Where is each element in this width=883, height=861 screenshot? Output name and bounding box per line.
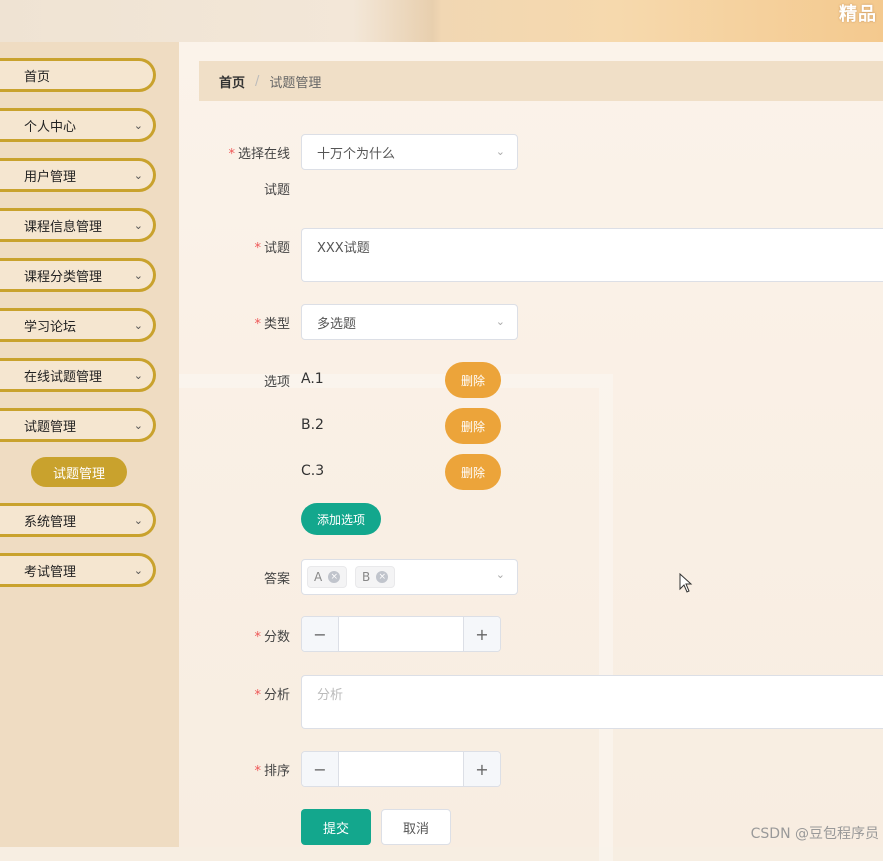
sidebar-item-label: 课程信息管理 <box>24 219 103 235</box>
breadcrumb-current: 试题管理 <box>269 75 322 91</box>
question-label-text: 试题 <box>263 241 290 256</box>
chevron-down-icon: ⌄ <box>133 513 143 527</box>
sidebar-item-course-info[interactable]: 课程信息管理 ⌄ <box>0 208 156 242</box>
answer-label: 答案 <box>263 572 290 587</box>
options-label: 选项 <box>263 375 290 390</box>
sort-stepper[interactable]: − + <box>301 751 501 787</box>
chevron-down-icon: ⌄ <box>133 268 143 282</box>
cancel-button[interactable]: 取消 <box>381 809 451 845</box>
required-mark: * <box>254 688 261 703</box>
sidebar-item-label: 在线试题管理 <box>24 369 103 385</box>
sidebar-item-label: 用户管理 <box>24 169 77 185</box>
type-label-text: 类型 <box>263 317 290 332</box>
chevron-down-icon: ⌄ <box>495 315 505 328</box>
sidebar-item-label: 试题管理 <box>24 419 77 435</box>
mouse-cursor-icon <box>679 573 693 593</box>
sidebar-item-label: 考试管理 <box>24 564 77 580</box>
minus-icon[interactable]: − <box>302 617 339 651</box>
exam-select-label: * 选择在线 <box>214 143 290 162</box>
score-label-text: 分数 <box>263 630 290 645</box>
question-value: XXX试题 <box>317 241 370 256</box>
watermark: CSDN @豆包程序员 <box>750 826 879 842</box>
chevron-down-icon: ⌄ <box>133 563 143 577</box>
option-item-text: C.3 <box>301 463 325 479</box>
sidebar-item-online-exam[interactable]: 在线试题管理 ⌄ <box>0 358 156 392</box>
question-textarea[interactable]: XXX试题 <box>301 228 883 282</box>
exam-select-label-line1: 选择在线 <box>237 147 290 162</box>
required-mark: * <box>254 630 261 645</box>
answer-tag-label: A <box>314 570 323 584</box>
answer-tag: B × <box>355 566 396 588</box>
exam-select[interactable]: 十万个为什么 ⌄ <box>301 134 518 170</box>
analysis-placeholder: 分析 <box>317 688 344 703</box>
sort-label: * 排序 <box>214 760 290 779</box>
sidebar-item-user-management[interactable]: 用户管理 ⌄ <box>0 158 156 192</box>
sidebar-item-label: 个人中心 <box>24 119 77 135</box>
sidebar-item-label: 学习论坛 <box>24 319 77 335</box>
close-icon[interactable]: × <box>376 571 389 583</box>
plus-icon[interactable]: + <box>463 752 500 786</box>
option-item-text: A.1 <box>301 371 324 387</box>
analysis-textarea[interactable]: 分析 <box>301 675 883 729</box>
question-label: * 试题 <box>214 237 290 256</box>
required-mark: * <box>228 147 235 162</box>
sidebar-item-label: 系统管理 <box>24 514 77 530</box>
top-banner: 精品 <box>0 0 883 43</box>
site-title: 精品 <box>839 4 877 25</box>
delete-option-button[interactable]: 删除 <box>445 362 501 398</box>
answer-tag: A × <box>307 566 348 588</box>
analysis-label: * 分析 <box>214 684 290 703</box>
required-mark: * <box>254 241 261 256</box>
sidebar-item-course-category[interactable]: 课程分类管理 ⌄ <box>0 258 156 292</box>
close-icon[interactable]: × <box>328 571 341 583</box>
chevron-down-icon: ⌄ <box>133 418 143 432</box>
type-label: * 类型 <box>214 313 290 332</box>
delete-option-button[interactable]: 删除 <box>445 454 501 490</box>
add-option-button[interactable]: 添加选项 <box>301 503 381 535</box>
type-select[interactable]: 多选题 ⌄ <box>301 304 518 340</box>
type-select-value: 多选题 <box>317 316 357 332</box>
score-stepper[interactable]: − + <box>301 616 501 652</box>
plus-icon[interactable]: + <box>463 617 500 651</box>
required-mark: * <box>254 317 261 332</box>
sidebar-item-personal-center[interactable]: 个人中心 ⌄ <box>0 108 156 142</box>
sidebar-item-label: 课程分类管理 <box>24 269 103 285</box>
analysis-label-text: 分析 <box>263 688 290 703</box>
score-label: * 分数 <box>214 626 290 645</box>
chevron-down-icon: ⌄ <box>133 218 143 232</box>
sidebar-item-label: 首页 <box>24 69 51 85</box>
required-mark: * <box>254 764 261 779</box>
sidebar-item-system[interactable]: 系统管理 ⌄ <box>0 503 156 537</box>
sidebar-subitem-question-management[interactable]: 试题管理 <box>31 457 127 487</box>
exam-select-value: 十万个为什么 <box>317 146 396 162</box>
sort-label-text: 排序 <box>263 764 290 779</box>
chevron-down-icon: ⌄ <box>133 368 143 382</box>
chevron-down-icon: ⌄ <box>495 568 505 581</box>
sidebar-item-question-management[interactable]: 试题管理 ⌄ <box>0 408 156 442</box>
breadcrumb-separator: / <box>255 73 260 89</box>
sidebar-item-exam[interactable]: 考试管理 ⌄ <box>0 553 156 587</box>
delete-option-button[interactable]: 删除 <box>445 408 501 444</box>
sidebar-item-forum[interactable]: 学习论坛 ⌄ <box>0 308 156 342</box>
minus-icon[interactable]: − <box>302 752 339 786</box>
breadcrumb: 首页 / 试题管理 <box>199 61 883 101</box>
option-item-text: B.2 <box>301 417 324 433</box>
answer-tag-label: B <box>362 570 371 584</box>
exam-select-label-line2: 试题 <box>263 183 290 198</box>
chevron-down-icon: ⌄ <box>133 318 143 332</box>
chevron-down-icon: ⌄ <box>133 118 143 132</box>
sidebar-item-home[interactable]: 首页 <box>0 58 156 92</box>
chevron-down-icon: ⌄ <box>495 145 505 158</box>
breadcrumb-home[interactable]: 首页 <box>219 72 245 91</box>
submit-button[interactable]: 提交 <box>301 809 371 845</box>
chevron-down-icon: ⌄ <box>133 168 143 182</box>
